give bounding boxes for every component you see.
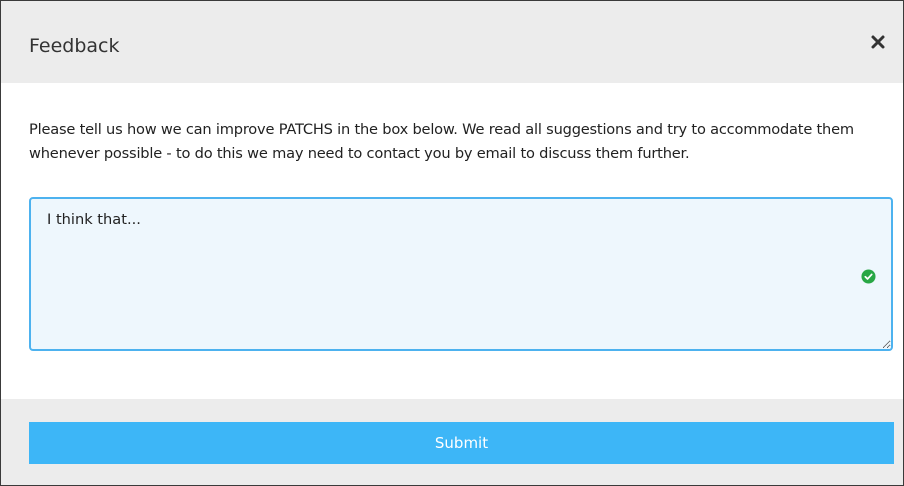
modal-title: Feedback (29, 35, 120, 57)
close-icon (871, 35, 885, 49)
modal-footer: Submit (1, 399, 903, 485)
close-button[interactable] (867, 31, 889, 53)
feedback-textarea[interactable]: I think that... (29, 197, 893, 351)
feedback-textarea-wrapper: I think that... (29, 197, 893, 351)
feedback-modal: Feedback Please tell us how we can impro… (0, 0, 904, 486)
modal-header: Feedback (1, 1, 903, 83)
modal-body: Please tell us how we can improve PATCHS… (1, 83, 903, 399)
feedback-description: Please tell us how we can improve PATCHS… (29, 121, 854, 162)
submit-button[interactable]: Submit (29, 422, 894, 464)
check-circle-icon (861, 269, 876, 284)
